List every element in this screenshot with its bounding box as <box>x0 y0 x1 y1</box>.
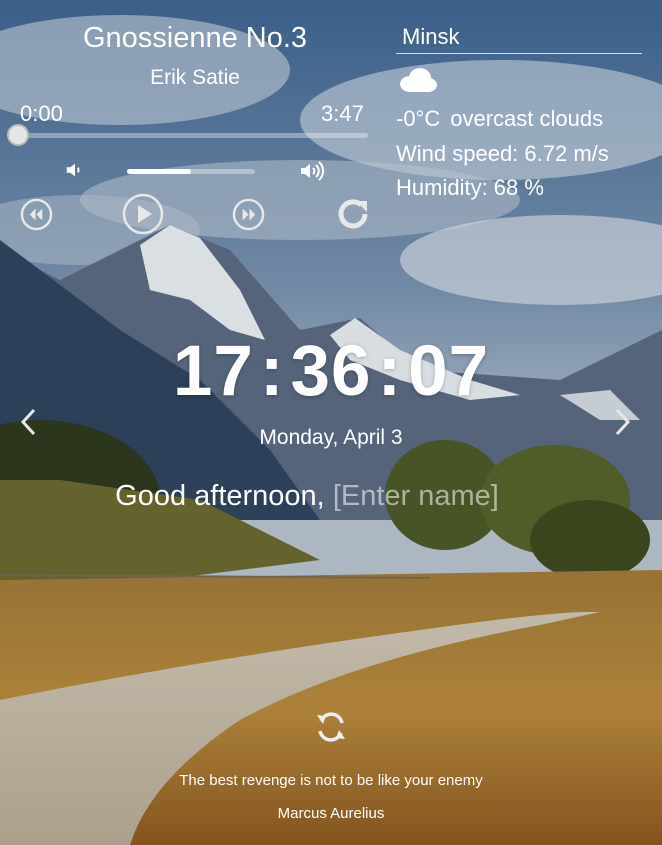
repeat-icon[interactable] <box>334 195 372 233</box>
wind-speed: Wind speed: 6.72 m/s <box>396 141 609 166</box>
progress-bar[interactable] <box>20 133 368 138</box>
greeting: Good afternoon, [Enter name] <box>0 480 614 513</box>
progress-thumb[interactable] <box>7 124 29 146</box>
refresh-quote-icon[interactable] <box>313 709 349 745</box>
overcast-cloud-icon <box>400 68 437 92</box>
city-input[interactable]: Minsk <box>396 22 642 54</box>
volume-fill <box>127 169 191 174</box>
name-input[interactable]: [Enter name] <box>333 480 499 512</box>
temperature: -0°C <box>396 106 441 131</box>
track-title: Gnossienne No.3 <box>82 22 308 54</box>
quote-text: The best revenge is not to be like your … <box>179 772 483 789</box>
track-artist: Erik Satie <box>150 66 240 89</box>
fast-forward-icon[interactable] <box>232 198 265 231</box>
chevron-right-icon[interactable] <box>612 407 634 437</box>
total-time: 3:47 <box>321 101 364 126</box>
chevron-left-icon[interactable] <box>17 407 39 437</box>
quote-author: Marcus Aurelius <box>277 805 385 822</box>
greeting-text: Good afternoon, <box>115 480 325 512</box>
volume-low-icon[interactable] <box>64 159 86 181</box>
rewind-icon[interactable] <box>20 198 53 231</box>
humidity: Humidity: 68 % <box>396 175 544 200</box>
weather-description: overcast clouds <box>450 106 604 131</box>
volume-slider[interactable] <box>127 169 255 174</box>
current-time: 0:00 <box>20 101 63 126</box>
clock-time: 17:36:07 <box>172 332 490 411</box>
volume-high-icon[interactable] <box>299 159 327 183</box>
audio-player: Gnossienne No.3 Erik Satie 0:00 3:47 <box>0 0 380 240</box>
play-icon[interactable] <box>122 193 164 235</box>
temperature-line: -0°C overcast clouds <box>396 106 603 132</box>
date: Monday, April 3 <box>259 426 403 449</box>
